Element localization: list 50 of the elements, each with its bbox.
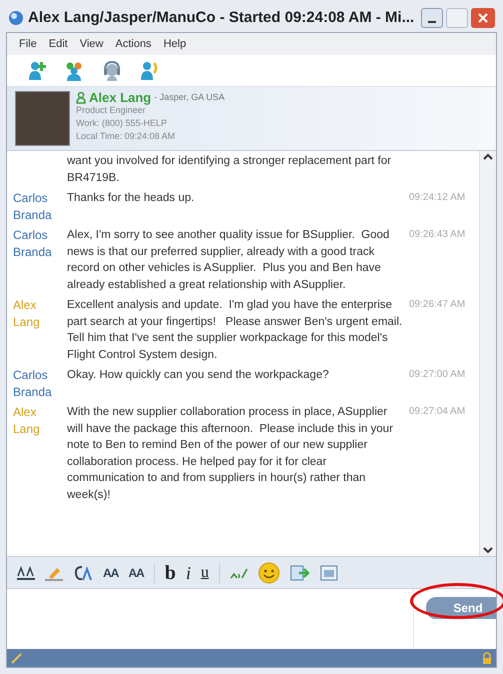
lock-icon	[482, 652, 492, 664]
menu-item[interactable]: View	[80, 36, 104, 52]
message-text: Okay. How quickly can you send the workpackage?	[67, 368, 330, 383]
sender-name: Carlos Branda	[13, 367, 53, 400]
screenshot-icon[interactable]	[320, 564, 340, 582]
window-title: Alex Lang/Jasper/ManuCo - Started 09:24:08 AM - Mi...	[28, 8, 414, 28]
message-text: Thanks for the heads up.	[67, 191, 196, 206]
scrollbar[interactable]	[479, 151, 496, 556]
menu-item[interactable]: File	[19, 36, 37, 52]
menu-item[interactable]: Actions	[115, 36, 152, 52]
contact-name: Alex Lang	[89, 91, 152, 104]
menu-item[interactable]: Help	[163, 36, 186, 52]
bold-button[interactable]: b	[164, 562, 176, 582]
sender-name: Alex Lang	[13, 297, 41, 330]
minimize-button[interactable]	[421, 8, 443, 28]
message-text: With the new supplier collaboration process in place, ASupplier will have the package this afternoon. Please include this in your note to Ben to remind Ben of the power of our new supplier collaboration process. He helped pay for it for clear communication to and from suppliers in hour(s) rather than week(s)!	[67, 405, 394, 502]
contact-role: Product Engineer	[76, 105, 147, 117]
add-contact-icon[interactable]	[27, 60, 47, 82]
close-button[interactable]	[471, 8, 495, 28]
message-text: Excellent analysis and update. I'm glad you have the enterprise part search at your fingertips! Please answer Ben's urgent email. Tell him that I've sent the supplier workpackage for this model's Flight Control System design.	[67, 298, 404, 362]
scroll-down-icon[interactable]	[483, 546, 493, 554]
contact-location: - Jasper, GA USA	[154, 91, 225, 104]
message-time: 09:27:00 AM	[408, 368, 466, 382]
message-text: Alex, I'm sorry to see another quality issue for BSupplier. Good news is that our preferred supplier, already with a good track record on other vehicles is ASupplier. Plus you and Ben have already established a great relationship with ASupplier.	[67, 228, 390, 292]
grow-font-button[interactable]: AA	[103, 564, 118, 582]
app-icon	[8, 10, 24, 26]
menu-item[interactable]: Edit	[48, 36, 68, 52]
shrink-font-button[interactable]: AA	[128, 564, 144, 582]
font-color-icon[interactable]	[17, 566, 35, 580]
message-time: 09:24:12 AM	[408, 191, 466, 205]
pencil-icon	[11, 652, 23, 664]
sender-name: Carlos Branda	[13, 190, 53, 223]
sender-name: Carlos Branda	[13, 227, 53, 260]
message-text: want you involved for identifying a stronger replacement part for BR4719B.	[67, 154, 392, 186]
scroll-up-icon[interactable]	[483, 153, 493, 161]
message-time: 09:26:43 AM	[408, 228, 466, 242]
contact-phone: Work: (800) 555-HELP	[76, 117, 168, 130]
message-time: 09:26:47 AM	[408, 298, 466, 312]
sender-name: Alex Lang	[13, 404, 41, 437]
send-file-icon[interactable]	[290, 564, 310, 582]
photo-placeholder	[15, 91, 70, 146]
headset-icon[interactable]	[101, 60, 123, 82]
message-time: 09:27:04 AM	[408, 405, 466, 419]
text-style-icon[interactable]	[73, 564, 93, 582]
person-status-icon	[76, 92, 86, 104]
italic-button[interactable]: i	[186, 564, 191, 582]
underline-button[interactable]: u	[200, 564, 209, 580]
close-icon[interactable]	[478, 13, 488, 23]
contact-local-time: Local Time: 09:24:08 AM	[76, 130, 176, 143]
smiley-icon[interactable]	[258, 562, 280, 584]
